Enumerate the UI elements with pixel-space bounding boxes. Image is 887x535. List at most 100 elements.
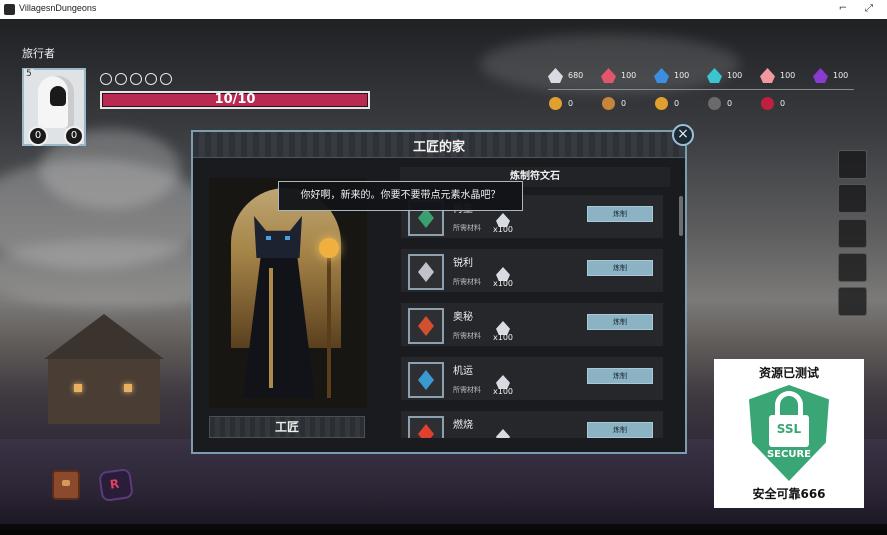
crystal-item: 100 — [707, 67, 760, 85]
crystal-count: 680 — [568, 71, 584, 80]
player-level: 5 — [24, 69, 34, 79]
recipe-row: 锐利所需材料 x100 炼制 — [400, 248, 664, 293]
attack-stat: 0 — [28, 126, 48, 146]
resource-item: 0 — [707, 95, 760, 113]
star-empty-icon — [100, 73, 112, 85]
recipe-row: 燃烧所需材料炼制 — [400, 410, 664, 438]
star-rating — [100, 70, 175, 85]
resource-panel: 680 100 100 100 100 100 0 0 0 0 0 — [548, 67, 858, 115]
rune-book-icon[interactable] — [98, 467, 134, 503]
skull-icon — [708, 97, 721, 110]
window-title-bar: VillagesnDungeons ⌐ ⤢ — [0, 0, 887, 19]
craft-button[interactable]: 炼制 — [587, 368, 653, 384]
crystal-count: 100 — [833, 71, 849, 80]
recipe-quantity: x100 — [493, 387, 514, 396]
ssl-label: SSL — [776, 422, 802, 436]
star-empty-icon — [130, 73, 142, 85]
player-avatar[interactable]: 5 0 0 — [22, 68, 86, 146]
star-empty-icon — [160, 73, 172, 85]
recipe-name: 机运 — [453, 366, 473, 377]
app-icon — [4, 4, 15, 15]
list-scrollbar[interactable] — [679, 196, 683, 236]
craft-button[interactable]: 炼制 — [587, 260, 653, 276]
side-slot-1[interactable] — [838, 150, 867, 179]
star-empty-icon — [115, 73, 127, 85]
cyan-crystal-icon — [707, 68, 722, 83]
resource-count: 0 — [780, 99, 786, 108]
red-rune-icon — [761, 97, 774, 110]
minimize-icon[interactable]: ⌐ — [836, 2, 850, 16]
side-slot-2[interactable] — [838, 184, 867, 213]
defense-stat: 0 — [64, 126, 84, 146]
resource-count: 0 — [568, 99, 574, 108]
craft-button[interactable]: 炼制 — [587, 422, 653, 438]
recipe-requirement: 所需材料 — [453, 386, 481, 394]
crystal-count: 100 — [727, 71, 743, 80]
recipe-requirement: 所需材料 — [453, 278, 481, 286]
crystal-count: 100 — [621, 71, 637, 80]
npc-portrait — [209, 178, 367, 408]
npc-speech-bubble: 你好啊，新来的。你要不要带点元素水晶吧？ — [278, 181, 523, 211]
resource-item: 0 — [654, 95, 707, 113]
craft-button[interactable]: 炼制 — [587, 206, 653, 222]
craftsman-dialog: 工匠的家 工匠 炼制符文石 再生所需材料x100炼制锐利所需材料x100炼制奥秘… — [191, 130, 687, 454]
ssl-badge: 资源已测试 SSL SECURE 安全可靠666 — [714, 359, 864, 508]
crystal-count: 100 — [780, 71, 796, 80]
dialog-title: 工匠的家 — [412, 140, 465, 155]
red-crystal-icon — [601, 68, 616, 83]
recipe-quantity: x100 — [493, 225, 514, 234]
ssl-top-text: 资源已测试 — [758, 366, 819, 380]
rune-stone-icon — [408, 362, 444, 398]
npc-name-label: 工匠 — [209, 416, 365, 438]
recipe-list: 再生所需材料x100炼制锐利所需材料x100炼制奥秘所需材料x100炼制机运所需… — [400, 194, 664, 438]
hp-text: 10/10 — [214, 92, 256, 107]
blue-crystal-icon — [654, 68, 669, 83]
resource-item: 0 — [760, 95, 813, 113]
white-crystal-icon — [548, 68, 563, 83]
crystal-item: 100 — [654, 67, 707, 85]
gold-coin-icon — [655, 97, 668, 110]
dialog-header: 工匠的家 — [193, 132, 685, 158]
close-button[interactable]: × — [672, 124, 694, 146]
resource-count: 0 — [621, 99, 627, 108]
craft-button[interactable]: 炼制 — [587, 314, 653, 330]
side-slot-4[interactable] — [838, 253, 867, 282]
crystal-item: 100 — [813, 67, 866, 85]
recipe-name: 燃烧 — [453, 420, 473, 431]
recipe-row: 奥秘所需材料 x100 炼制 — [400, 302, 664, 347]
recipe-name: 奥秘 — [453, 312, 473, 323]
pink-crystal-icon — [760, 68, 775, 83]
side-slot-5[interactable] — [838, 287, 867, 316]
window-title: VillagesnDungeons — [19, 3, 97, 13]
recipe-name: 锐利 — [453, 258, 473, 269]
purple-crystal-icon — [813, 68, 828, 83]
crystal-item: 680 — [548, 67, 601, 85]
resource-count: 0 — [674, 99, 680, 108]
backpack-icon[interactable] — [52, 470, 80, 500]
secure-label: SECURE — [766, 449, 812, 460]
maximize-icon[interactable]: ⤢ — [862, 2, 876, 16]
hp-bar: 10/10 — [100, 91, 370, 109]
recipe-requirement: 所需材料 — [453, 332, 481, 340]
resource-count: 0 — [727, 99, 733, 108]
rune-stone-icon — [408, 308, 444, 344]
recipe-quantity: x100 — [493, 279, 514, 288]
recipe-row: 机运所需材料 x100 炼制 — [400, 356, 664, 401]
resource-item: 0 — [601, 95, 654, 113]
player-name: 旅行者 — [22, 47, 55, 60]
side-slot-3[interactable] — [838, 219, 867, 248]
scroll-icon — [602, 97, 615, 110]
rune-stone-icon — [408, 416, 444, 438]
rune-stone-icon — [408, 254, 444, 290]
crystal-item: 100 — [760, 67, 813, 85]
gold-ore-icon — [549, 97, 562, 110]
resource-item: 0 — [548, 95, 601, 113]
recipe-requirement: 所需材料 — [453, 224, 481, 232]
crystal-count: 100 — [674, 71, 690, 80]
white-crystal-icon — [496, 429, 510, 438]
star-empty-icon — [145, 73, 157, 85]
crystal-item: 100 — [601, 67, 654, 85]
village-house — [34, 314, 174, 424]
lock-icon — [775, 391, 803, 417]
recipe-quantity: x100 — [493, 333, 514, 342]
